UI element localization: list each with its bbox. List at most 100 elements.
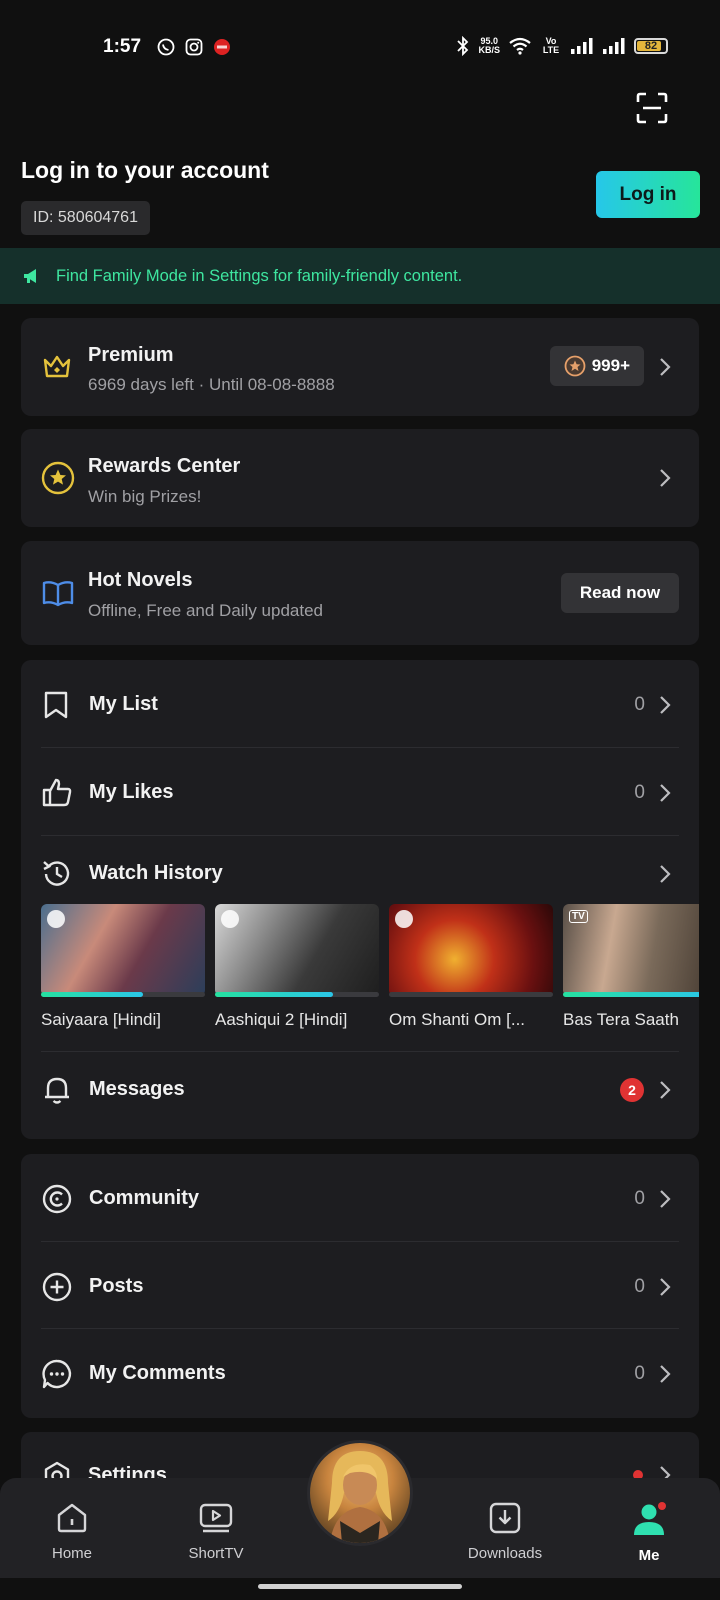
- megaphone-icon: [24, 269, 36, 283]
- nav-home-label: Home: [51, 1545, 92, 1562]
- hot-novels-card[interactable]: Hot Novels Offline, Free and Daily updat…: [21, 541, 699, 645]
- play-icon: [221, 910, 239, 928]
- chevron-right-icon: [660, 1081, 671, 1099]
- my-list-count: 0: [634, 694, 645, 715]
- history-item[interactable]: Om Shanti Om [...: [389, 904, 553, 1030]
- read-now-button[interactable]: Read now: [561, 573, 679, 613]
- divider: [41, 1328, 679, 1329]
- divider: [41, 1051, 679, 1052]
- history-title: Aashiqui 2 [Hindi]: [215, 1010, 348, 1029]
- posts-row[interactable]: Posts 0: [21, 1262, 699, 1312]
- my-likes-count: 0: [634, 782, 645, 803]
- bookmark-icon: [44, 691, 68, 719]
- novels-subtitle: Offline, Free and Daily updated: [88, 601, 323, 620]
- star-medal-icon: [41, 461, 75, 495]
- book-icon: [42, 581, 74, 607]
- history-icon: [43, 861, 70, 886]
- home-indicator[interactable]: [258, 1584, 462, 1589]
- notice-text: Find Family Mode in Settings for family-…: [56, 266, 463, 285]
- whatsapp-icon: [157, 38, 175, 56]
- my-comments-row[interactable]: My Comments 0: [21, 1349, 699, 1399]
- watch-history-row[interactable]: Watch History: [21, 849, 699, 899]
- nav-me-label: Me: [638, 1547, 660, 1564]
- tv-icon: TV: [569, 910, 588, 923]
- profile-icon: [634, 1502, 666, 1535]
- app-notification-icon: [214, 39, 230, 55]
- library-card: My List 0 My Likes 0 Watch History Saiya…: [21, 660, 699, 1139]
- scan-icon[interactable]: [636, 92, 668, 124]
- battery-icon: 82: [634, 38, 668, 54]
- divider: [41, 835, 679, 836]
- volte-indicator: Vo LTE: [542, 36, 560, 55]
- avatar-illustration: [328, 1451, 392, 1543]
- coin-icon: [564, 355, 586, 377]
- chevron-right-icon: [660, 1365, 671, 1383]
- premium-subtitle: 6969 days left · Until 08-08-8888: [88, 375, 335, 394]
- history-progress-1: [215, 992, 334, 997]
- premium-title: Premium: [88, 344, 174, 366]
- history-title: Bas Tera Saath: [563, 1010, 679, 1029]
- bluetooth-icon: [457, 36, 469, 56]
- divider: [41, 1241, 679, 1242]
- nav-shorttv[interactable]: ShortTV: [166, 1502, 266, 1562]
- status-system-icons: 95.0 KB/S Vo LTE 82: [456, 36, 668, 56]
- network-speed: 95.0 KB/S: [478, 36, 500, 55]
- thumbs-up-icon: [42, 778, 72, 807]
- login-button[interactable]: Log in: [596, 171, 700, 218]
- shorttv-icon: [199, 1503, 233, 1533]
- chevron-right-icon: [660, 865, 671, 883]
- history-progress-3: [563, 992, 699, 997]
- wifi-icon: [509, 37, 531, 55]
- community-row[interactable]: Community 0: [21, 1174, 699, 1224]
- nav-home[interactable]: Home: [22, 1502, 122, 1562]
- nav-downloads-label: Downloads: [467, 1545, 543, 1562]
- family-mode-notice[interactable]: Find Family Mode in Settings for family-…: [0, 248, 720, 304]
- history-progress-0: [41, 992, 143, 997]
- coin-count: 999+: [591, 356, 630, 375]
- play-icon: [47, 910, 65, 928]
- history-item[interactable]: Saiyaara [Hindi]: [41, 904, 205, 1030]
- nav-downloads[interactable]: Downloads: [455, 1502, 555, 1562]
- signal-icon-2: [603, 38, 625, 54]
- history-item[interactable]: TV Bas Tera Saath: [563, 904, 699, 1030]
- divider: [41, 747, 679, 748]
- user-id-badge: ID: 580604761: [21, 201, 150, 235]
- messages-row[interactable]: Messages 2: [21, 1065, 699, 1115]
- messages-label: Messages: [89, 1078, 185, 1100]
- nav-me[interactable]: Me: [599, 1502, 699, 1564]
- rewards-title: Rewards Center: [88, 455, 241, 477]
- history-title: Om Shanti Om [...: [389, 1010, 526, 1029]
- center-avatar-button[interactable]: [307, 1440, 413, 1546]
- watch-history-carousel[interactable]: Saiyaara [Hindi] Aashiqui 2 [Hindi] Om S…: [41, 904, 699, 1034]
- instagram-icon: [185, 38, 203, 56]
- rewards-center-card[interactable]: Rewards Center Win big Prizes!: [21, 429, 699, 527]
- community-icon: [42, 1184, 72, 1214]
- rewards-subtitle: Win big Prizes!: [88, 487, 202, 506]
- premium-card[interactable]: Premium 6969 days left · Until 08-08-888…: [21, 318, 699, 416]
- my-comments-label: My Comments: [89, 1362, 226, 1384]
- history-thumbnail: [215, 904, 379, 996]
- chevron-right-icon: [660, 1190, 671, 1208]
- play-icon: [395, 910, 413, 928]
- my-likes-row[interactable]: My Likes 0: [21, 768, 699, 818]
- nav-shorttv-label: ShortTV: [188, 1545, 244, 1562]
- status-notification-icons: [157, 38, 231, 56]
- my-likes-label: My Likes: [89, 781, 174, 803]
- plus-circle-icon: [42, 1272, 72, 1302]
- messages-badge: 2: [620, 1078, 644, 1102]
- history-item[interactable]: Aashiqui 2 [Hindi]: [215, 904, 379, 1030]
- comment-icon: [42, 1359, 72, 1389]
- my-list-row[interactable]: My List 0: [21, 680, 699, 730]
- my-list-label: My List: [89, 693, 158, 715]
- coin-balance[interactable]: 999+: [549, 346, 644, 386]
- posts-label: Posts: [89, 1275, 144, 1297]
- home-icon: [57, 1503, 87, 1533]
- community-label: Community: [89, 1187, 199, 1209]
- status-bar: 1:57 95.0 KB/S Vo LTE 82: [0, 0, 720, 96]
- page-title: Log in to your account: [21, 157, 269, 183]
- community-count: 0: [634, 1188, 645, 1209]
- novels-title: Hot Novels: [88, 569, 193, 591]
- status-time: 1:57: [103, 36, 142, 57]
- chevron-right-icon: [660, 696, 671, 714]
- crown-icon: [43, 355, 71, 378]
